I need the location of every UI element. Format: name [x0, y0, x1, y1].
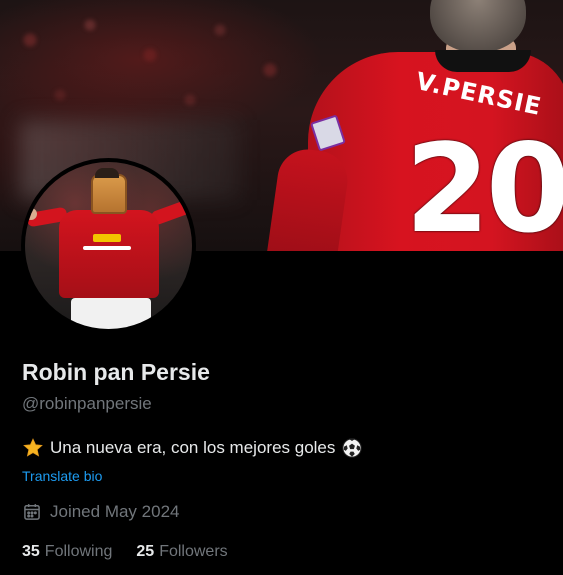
avatar-sponsor-text [83, 246, 131, 250]
player-arm [266, 145, 352, 251]
banner-player: V.PERSIE 20 [266, 0, 563, 251]
avatar-hair [95, 168, 119, 178]
followers-label: Followers [159, 543, 228, 560]
bio: Una nueva era, con los mejores goles [22, 437, 363, 459]
avatar-shorts [71, 298, 151, 329]
avatar-sponsor-logo [93, 234, 121, 242]
joined-date: Joined May 2024 [22, 502, 179, 522]
bio-text: Una nueva era, con los mejores goles [50, 438, 336, 457]
avatar-hand-left [25, 208, 37, 220]
star-icon [22, 437, 44, 459]
display-name: Robin pan Persie [22, 359, 210, 385]
following-count: 35 [22, 543, 40, 560]
following-label: Following [44, 543, 113, 560]
translate-bio-link[interactable]: Translate bio [22, 468, 102, 484]
follow-stats: 35 Following 25 Followers [22, 543, 228, 561]
soccer-ball-icon [341, 437, 363, 459]
shirt-number-text: 20 [405, 118, 563, 251]
calendar-icon [22, 502, 42, 522]
avatar[interactable] [21, 158, 196, 333]
followers-count: 25 [136, 543, 155, 560]
bread-toast-head [91, 174, 127, 214]
avatar-shirt [59, 210, 159, 298]
following-link[interactable]: 35 Following [22, 543, 112, 561]
avatar-hand-right [181, 192, 192, 204]
followers-link[interactable]: 25 Followers [136, 543, 227, 561]
joined-text: Joined May 2024 [50, 502, 180, 521]
player-collar [435, 50, 531, 72]
profile-page: V.PERSIE 20 Robin pan Persie @robinpanpe… [0, 0, 563, 575]
user-handle: @robinpanpersie [22, 394, 152, 413]
avatar-image [25, 162, 192, 329]
